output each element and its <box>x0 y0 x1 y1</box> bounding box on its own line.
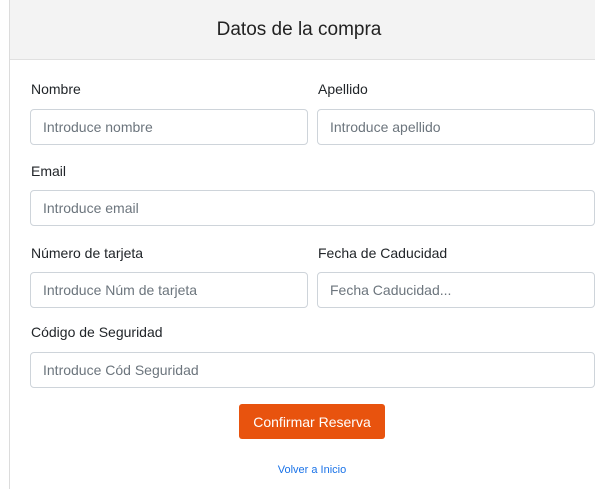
security-code-label: Código de Seguridad <box>31 324 163 340</box>
back-to-home-link[interactable]: Volver a Inicio <box>0 464 595 476</box>
expiry-input[interactable] <box>317 272 595 308</box>
confirm-reservation-button[interactable]: Confirmar Reserva <box>239 404 385 439</box>
card-number-label: Número de tarjeta <box>31 245 144 261</box>
email-label: Email <box>31 163 67 179</box>
expiry-label: Fecha de Caducidad <box>318 245 448 261</box>
email-input[interactable] <box>30 190 595 226</box>
security-code-input[interactable] <box>30 352 595 388</box>
apellido-label: Apellido <box>318 81 368 97</box>
apellido-input[interactable] <box>317 109 595 145</box>
card-title: Datos de la compra <box>216 18 382 40</box>
card-header: Datos de la compra <box>10 0 595 60</box>
card-number-input[interactable] <box>30 272 308 308</box>
page: Datos de la compra Nombre Apellido Email… <box>0 0 595 489</box>
nombre-input[interactable] <box>30 109 308 145</box>
nombre-label: Nombre <box>31 81 81 97</box>
